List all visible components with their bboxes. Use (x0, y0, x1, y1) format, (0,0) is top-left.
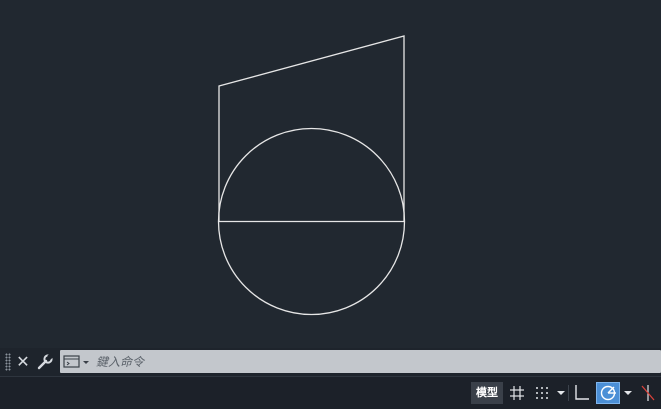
grid-icon[interactable] (506, 382, 528, 404)
snap-dropdown-chevron-icon[interactable] (555, 382, 567, 404)
polar-tracking-icon[interactable] (596, 382, 620, 404)
status-bar: 模型 (0, 376, 661, 409)
command-input-container[interactable] (60, 350, 661, 373)
command-prompt-icon[interactable] (63, 354, 93, 370)
wrench-icon[interactable] (36, 352, 54, 372)
grip-handle[interactable] (5, 353, 11, 371)
ortho-icon[interactable] (571, 382, 593, 404)
command-input[interactable] (96, 350, 636, 373)
command-line-bar: ✕ (0, 348, 661, 376)
close-icon[interactable]: ✕ (14, 352, 32, 372)
drawing-canvas[interactable] (0, 0, 661, 348)
polar-dropdown-chevron-icon[interactable] (622, 382, 634, 404)
model-space-button[interactable]: 模型 (471, 382, 503, 404)
drawing-svg[interactable] (0, 0, 661, 348)
status-separator (568, 385, 569, 401)
snap-icon[interactable] (531, 382, 553, 404)
isodraft-icon[interactable] (637, 382, 659, 404)
